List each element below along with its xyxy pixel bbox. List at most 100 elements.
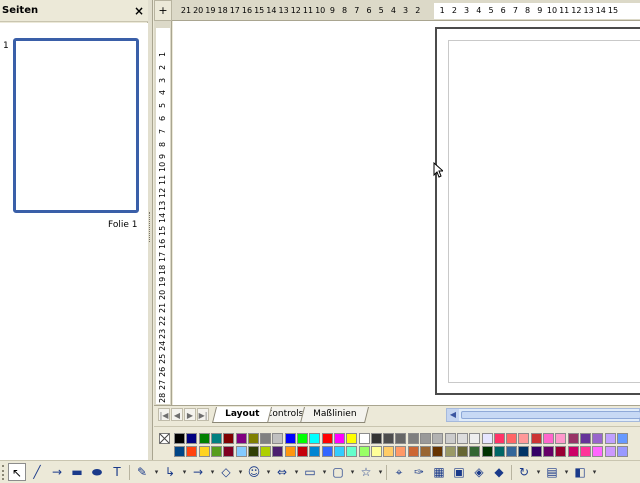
color-swatch[interactable] [247,433,259,444]
color-swatch[interactable] [284,433,296,444]
color-swatch[interactable] [444,433,456,444]
tab-first-button[interactable]: |◀ [158,408,170,421]
color-swatch[interactable] [555,446,567,457]
select-arrow-icon[interactable]: ↖ [8,463,26,481]
color-swatch[interactable] [395,446,407,457]
color-swatch[interactable] [567,446,579,457]
color-swatch[interactable] [493,433,505,444]
color-swatch[interactable] [174,446,185,457]
color-swatch[interactable] [346,433,358,444]
tab-prev-button[interactable]: ◀ [171,408,183,421]
glue-points-icon[interactable]: ✑ [410,463,428,481]
color-swatch[interactable] [383,446,395,457]
tab-next-button[interactable]: ▶ [184,408,196,421]
color-swatch[interactable] [309,446,321,457]
color-swatch[interactable] [186,446,198,457]
color-swatch[interactable] [592,446,604,457]
color-swatch[interactable] [370,433,382,444]
basic-shapes-icon[interactable]: ◇ [217,463,235,481]
color-swatch[interactable] [579,433,591,444]
slide-work-area[interactable] [173,21,640,405]
tab-layout[interactable]: Layout [212,407,273,423]
color-swatch[interactable] [358,433,370,444]
block-arrows-icon[interactable]: ⇔ [273,463,291,481]
chevron-down-icon[interactable]: ▾ [563,463,570,481]
chevron-down-icon[interactable]: ▾ [265,463,272,481]
chevron-down-icon[interactable]: ▾ [377,463,384,481]
color-swatch[interactable] [543,433,554,444]
color-swatch[interactable] [321,433,333,444]
chevron-down-icon[interactable]: ▾ [535,463,542,481]
scrollbar-thumb[interactable] [461,411,640,419]
chevron-down-icon[interactable]: ▾ [181,463,188,481]
connector-icon[interactable]: ↳ [161,463,179,481]
3d-objects-icon[interactable]: ◆ [490,463,508,481]
ellipse-icon[interactable]: ⬬ [88,463,106,481]
color-swatch[interactable] [530,433,542,444]
color-swatch[interactable] [260,446,272,457]
chevron-down-icon[interactable]: ▾ [293,463,300,481]
chevron-down-icon[interactable]: ▾ [321,463,328,481]
color-swatch[interactable] [272,433,284,444]
color-swatch[interactable] [235,433,247,444]
scroll-left-icon[interactable]: ◀ [447,409,459,421]
callouts-icon[interactable]: ▢ [329,463,347,481]
color-swatch[interactable] [432,446,444,457]
color-swatch[interactable] [284,446,296,457]
color-swatch[interactable] [223,446,235,457]
from-file-icon[interactable]: ▣ [450,463,468,481]
color-swatch[interactable] [346,446,358,457]
color-swatch[interactable] [518,433,530,444]
slide-canvas[interactable] [435,27,640,395]
color-swatch[interactable] [506,433,518,444]
vertical-ruler[interactable]: 1 2 3 4 5 6 7 8 9 10 11 12 13 14 15 16 17 18 19 20 21 22 23 24 2… [154,21,172,405]
color-swatch[interactable] [604,433,616,444]
rectangle-icon[interactable]: ▬ [68,463,86,481]
color-swatch[interactable] [260,433,272,444]
text-icon[interactable]: T [108,463,126,481]
color-swatch[interactable] [506,446,518,457]
chevron-down-icon[interactable]: ▾ [591,463,598,481]
color-swatch[interactable] [481,433,493,444]
color-swatch[interactable] [247,446,259,457]
alignment-icon[interactable]: ▤ [543,463,561,481]
color-swatch[interactable] [555,433,567,444]
color-swatch[interactable] [407,446,419,457]
color-swatch[interactable] [333,446,345,457]
stars-icon[interactable]: ☆ [357,463,375,481]
color-swatch[interactable] [481,446,493,457]
color-swatch[interactable] [358,446,370,457]
chevron-down-icon[interactable]: ▾ [349,463,356,481]
color-swatch[interactable] [616,433,628,444]
lines-arrows-icon[interactable]: → [189,463,207,481]
tab-masslinien[interactable]: Maßlinien [300,407,370,423]
color-swatch[interactable] [383,433,395,444]
curve-icon[interactable]: ✎ [133,463,151,481]
color-swatch[interactable] [592,433,604,444]
horizontal-ruler[interactable]: 21 20 19 18 17 16 15 14 13 12 11 10 9 8 7 6 5 4 3 2 1 2 3 4 5 6 7 8… [172,0,640,21]
arrange-icon[interactable]: ◧ [571,463,589,481]
slide-thumbnail[interactable] [13,38,139,213]
color-swatch[interactable] [469,433,481,444]
color-swatch[interactable] [297,446,308,457]
points-icon[interactable]: ⌖ [390,463,408,481]
color-swatch[interactable] [407,433,419,444]
color-swatch[interactable] [210,433,222,444]
color-swatch[interactable] [370,446,382,457]
color-swatch[interactable] [469,446,481,457]
color-swatch[interactable] [186,433,198,444]
color-swatch[interactable] [333,433,345,444]
close-icon[interactable]: × [134,4,144,18]
chevron-down-icon[interactable]: ▾ [153,463,160,481]
symbol-shapes-icon[interactable]: ☺ [245,463,263,481]
color-swatch[interactable] [543,446,554,457]
tab-last-button[interactable]: ▶| [197,408,209,421]
color-swatch[interactable] [210,446,222,457]
color-swatch[interactable] [579,446,591,457]
no-color-swatch[interactable] [159,433,170,444]
color-swatch[interactable] [567,433,579,444]
color-swatch[interactable] [530,446,542,457]
flowchart-icon[interactable]: ▭ [301,463,319,481]
color-swatch[interactable] [616,446,628,457]
color-swatch[interactable] [432,433,444,444]
